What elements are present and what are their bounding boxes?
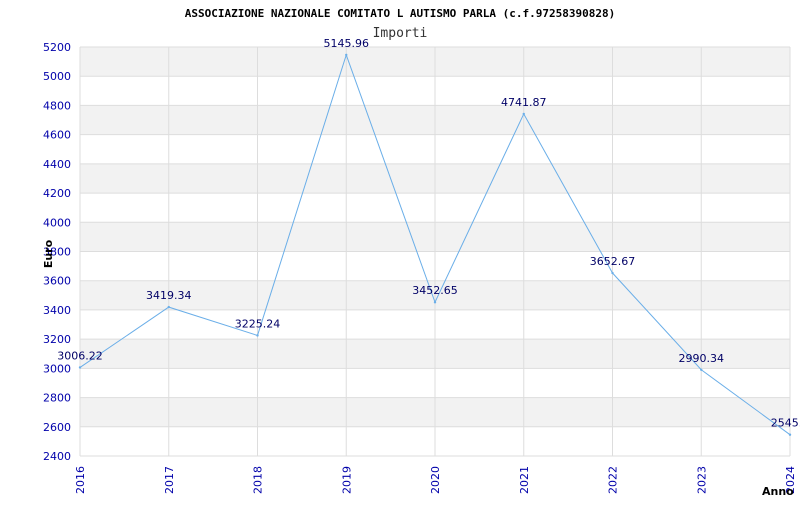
data-label: 3225.24 xyxy=(235,317,281,330)
y-tick-label: 3600 xyxy=(43,275,71,288)
y-tick-label: 5000 xyxy=(43,70,71,83)
data-label: 3419.34 xyxy=(146,289,192,302)
y-tick-label: 3200 xyxy=(43,333,71,346)
y-tick-label: 4800 xyxy=(43,99,71,112)
data-label: 4741.87 xyxy=(501,96,547,109)
x-tick-label: 2017 xyxy=(163,466,176,494)
y-axis-label: Euro xyxy=(42,239,55,268)
data-point xyxy=(256,334,259,337)
y-tick-label: 2400 xyxy=(43,450,71,463)
data-point xyxy=(700,368,703,371)
data-point xyxy=(345,53,348,57)
y-tick-label: 4000 xyxy=(43,216,71,229)
data-point xyxy=(78,366,82,369)
x-tick-label: 2022 xyxy=(607,466,620,494)
data-label: 3452.65 xyxy=(412,284,458,297)
line-chart: ASSOCIAZIONE NAZIONALE COMITATO L AUTISM… xyxy=(42,7,800,498)
chart-subtitle: Importi xyxy=(373,26,428,41)
y-tick-label: 5200 xyxy=(43,41,71,54)
x-axis-ticks: 2016 2017 2018 2019 2020 2021 2022 2023 2024 xyxy=(74,466,797,494)
y-tick-label: 3400 xyxy=(43,304,71,317)
x-axis-label: Anno xyxy=(762,485,794,498)
data-point xyxy=(522,112,525,116)
x-tick-label: 2018 xyxy=(252,466,265,494)
data-label: 3652.67 xyxy=(590,255,636,268)
data-point xyxy=(167,305,170,309)
y-tick-label: 4200 xyxy=(43,187,71,200)
y-tick-label: 3000 xyxy=(43,362,71,375)
data-point xyxy=(433,301,437,304)
data-label: 3006.22 xyxy=(57,349,103,362)
x-tick-label: 2020 xyxy=(429,466,442,494)
y-tick-label: 4400 xyxy=(43,158,71,171)
x-tick-label: 2023 xyxy=(695,466,708,494)
y-tick-label: 4600 xyxy=(43,129,71,142)
data-label: 2545.9 xyxy=(771,417,800,430)
chart-title: ASSOCIAZIONE NAZIONALE COMITATO L AUTISM… xyxy=(185,7,615,20)
data-point xyxy=(611,271,614,275)
x-tick-label: 2016 xyxy=(74,466,87,494)
x-tick-label: 2021 xyxy=(518,466,531,494)
data-point xyxy=(788,433,792,436)
y-tick-label: 2600 xyxy=(43,421,71,434)
data-label: 5145.96 xyxy=(324,37,370,50)
y-tick-label: 2800 xyxy=(43,392,71,405)
x-tick-label: 2019 xyxy=(340,466,353,494)
data-label: 2990.34 xyxy=(679,352,725,365)
